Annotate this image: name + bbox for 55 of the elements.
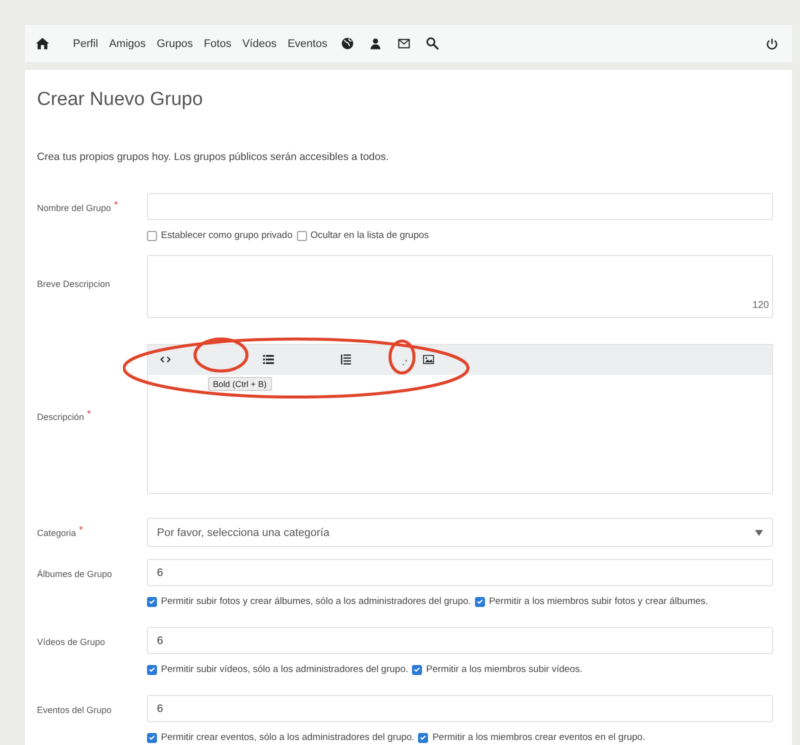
checkbox[interactable] (147, 596, 157, 606)
text-field[interactable]: 6 (147, 695, 773, 722)
checkbox[interactable] (147, 664, 157, 674)
field-label: Nombre del Grupo (37, 203, 112, 213)
field-label: Vídeos de Grupo (37, 637, 106, 647)
checkbox-label: Establecer como grupo privado (161, 230, 292, 241)
category-dropdown[interactable]: Por favor, selecciona una categoría (147, 518, 773, 547)
tooltip: Bold (Ctrl + B) (208, 377, 272, 391)
checkbox-label: Permitir subir fotos y crear álbumes, sólo a los administradores del grupo. (161, 596, 471, 607)
nav-link[interactable]: Eventos (288, 38, 328, 50)
nav-link[interactable]: Perfil (73, 38, 98, 50)
checkbox-label: Permitir a los miembros subir fotos y crear álbumes. (488, 596, 708, 607)
character-counter: 120 (752, 300, 769, 311)
field-label: Eventos del Grupo (37, 705, 112, 715)
nav-link[interactable]: Fotos (204, 38, 232, 50)
text-field[interactable]: 6 (147, 559, 773, 586)
required-mark: * (79, 525, 83, 536)
checkbox[interactable] (418, 732, 428, 742)
required-mark: * (87, 409, 91, 420)
field-label: Breve Descripcion (37, 279, 110, 289)
nav-link[interactable]: Amigos (109, 38, 146, 50)
nav-link[interactable]: Grupos (156, 38, 193, 50)
globe-icon[interactable] (341, 37, 354, 50)
checkbox-label: Permitir a los miembros subir vídeos. (426, 664, 582, 675)
code-icon[interactable] (160, 356, 171, 363)
mail-icon[interactable] (397, 38, 412, 50)
field-label: Categoria (37, 528, 76, 538)
checkbox[interactable] (147, 230, 157, 240)
text-field[interactable] (147, 193, 773, 220)
rich-text-editor[interactable]: Bold (Ctrl + B) (147, 344, 773, 494)
checkbox[interactable] (412, 664, 422, 674)
page-title: Crear Nuevo Grupo (37, 89, 204, 111)
checkbox-label: Permitir subir vídeos, sólo a los administradores del grupo. (161, 664, 408, 675)
caret-icon (755, 530, 763, 536)
power-icon[interactable] (766, 38, 778, 50)
checkbox[interactable] (147, 732, 157, 742)
intro-text: Crea tus propios grupos hoy. Los grupos públicos serán accesibles a todos. (37, 151, 390, 163)
field-label: Álbumes de Grupo (37, 569, 112, 579)
user-icon[interactable] (369, 37, 382, 50)
home-icon[interactable] (36, 37, 49, 50)
textarea-field[interactable]: 120 (147, 255, 773, 318)
checkbox[interactable] (474, 596, 485, 606)
checkbox-label: Permitir a los miembros crear eventos en el grupo. (432, 732, 646, 743)
search-icon[interactable] (426, 37, 440, 50)
image-icon[interactable] (423, 355, 434, 364)
checkbox-label: Permitir crear eventos, sólo a los administradores del grupo. (161, 732, 414, 743)
checkbox-label: Ocultar en la lista de grupos (310, 230, 429, 241)
required-mark: * (114, 200, 118, 211)
numbered-list-icon[interactable] (341, 354, 351, 365)
nav-link[interactable]: Vídeos (242, 38, 277, 50)
text-field[interactable]: 6 (147, 627, 773, 654)
field-label: Descripción (37, 412, 84, 422)
checkbox[interactable] (296, 230, 306, 240)
bullet-list-icon[interactable] (263, 355, 274, 364)
small-mark-icon[interactable] (402, 359, 407, 366)
